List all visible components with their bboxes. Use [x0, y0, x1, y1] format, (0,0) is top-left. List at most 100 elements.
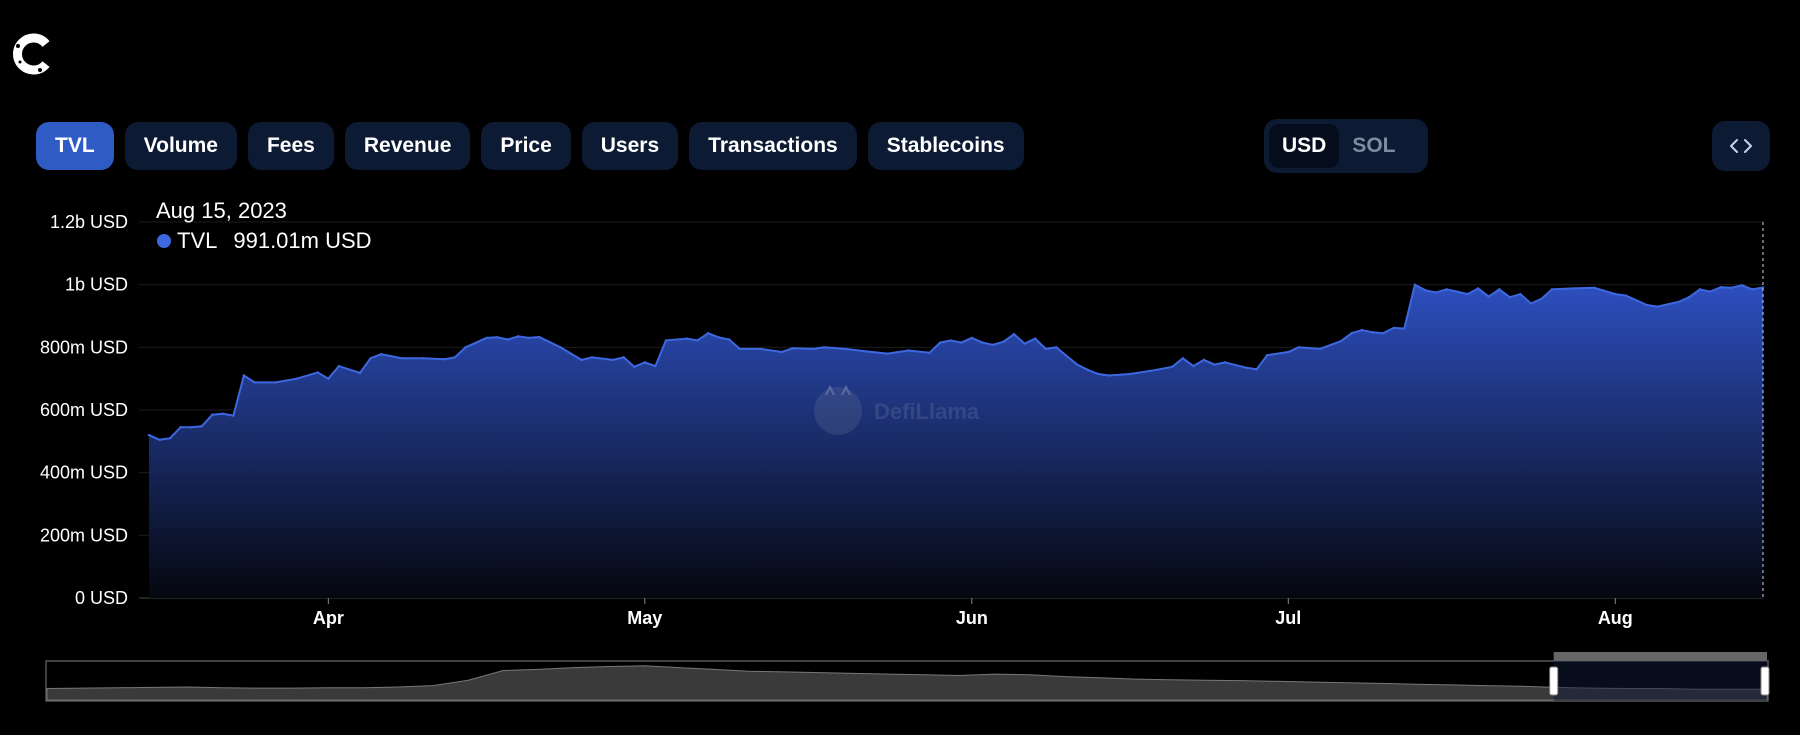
data-point	[158, 438, 161, 441]
data-point	[1086, 368, 1090, 372]
data-point	[559, 346, 562, 349]
x-axis: Apr May Jun Jul Aug	[313, 598, 1633, 628]
data-point	[1614, 292, 1617, 296]
data-point	[1044, 347, 1047, 351]
data-point	[1002, 340, 1005, 343]
data-point	[200, 425, 203, 428]
series-color-dot	[157, 234, 171, 248]
data-point	[1287, 350, 1290, 354]
data-point	[633, 365, 636, 368]
data-point	[379, 353, 383, 356]
y-tick-label: 600m USD	[40, 400, 128, 420]
data-point	[1730, 286, 1733, 289]
data-point	[1244, 366, 1248, 369]
data-point	[453, 356, 457, 359]
tooltip-row: TVL 991.01m USD	[157, 228, 372, 254]
data-point	[1171, 365, 1174, 368]
data-point	[538, 335, 541, 339]
data-point	[1519, 292, 1522, 296]
data-point	[1350, 332, 1353, 335]
data-point	[1413, 283, 1417, 286]
data-point	[337, 364, 341, 368]
tvl-chart[interactable]: 0 USD 200m USD 400m USD 600m USD 800m USD 1b …	[0, 0, 1800, 735]
data-point	[485, 336, 488, 340]
data-point	[232, 414, 235, 417]
data-point	[1455, 290, 1459, 293]
x-tick-label: May	[627, 608, 662, 628]
data-point	[1487, 295, 1490, 298]
data-point	[1656, 305, 1659, 308]
data-point	[970, 336, 974, 340]
data-point	[611, 358, 615, 362]
data-point	[886, 352, 889, 355]
data-point	[147, 433, 151, 437]
data-point	[928, 351, 931, 354]
y-tick-label: 400m USD	[40, 463, 128, 483]
data-point	[1192, 364, 1195, 368]
data-point	[865, 350, 868, 353]
data-point	[938, 341, 942, 344]
x-tick-label: Apr	[313, 608, 344, 628]
data-point	[759, 347, 763, 351]
y-tick-label: 1b USD	[65, 275, 128, 295]
data-point	[1751, 288, 1754, 291]
data-point	[1498, 288, 1501, 291]
overview-right-handle[interactable]	[1760, 666, 1770, 696]
data-point	[369, 357, 372, 360]
overview-selection[interactable]	[1553, 661, 1767, 701]
data-point	[907, 349, 910, 352]
data-point	[316, 371, 319, 374]
y-tick-label: 200m USD	[40, 525, 128, 545]
data-point	[1371, 331, 1374, 334]
data-point	[400, 357, 404, 360]
data-point	[1392, 326, 1395, 330]
data-point	[738, 347, 741, 351]
x-tick-label: Jul	[1275, 608, 1301, 628]
y-tick-label: 0 USD	[75, 588, 128, 608]
data-point	[1213, 363, 1216, 366]
data-point	[1223, 361, 1227, 364]
data-point	[1339, 339, 1343, 343]
data-point	[580, 358, 583, 362]
data-point	[706, 332, 710, 335]
data-point	[1624, 294, 1628, 297]
tooltip-value: 991.01m USD	[233, 228, 372, 253]
data-point	[422, 357, 425, 360]
tvl-area	[149, 284, 1763, 598]
data-point	[517, 335, 520, 338]
data-point	[221, 412, 225, 415]
data-point	[211, 413, 214, 416]
data-point	[780, 350, 784, 354]
data-point	[1466, 292, 1469, 296]
data-point	[1424, 289, 1427, 292]
data-point	[295, 377, 298, 380]
data-point	[1055, 346, 1058, 349]
data-point	[654, 364, 657, 368]
data-point	[1149, 369, 1153, 373]
data-point	[1403, 327, 1406, 330]
x-tick-label: Jun	[956, 608, 988, 628]
data-point	[1719, 285, 1723, 289]
data-point	[527, 336, 530, 340]
data-point	[812, 347, 815, 351]
data-point	[1107, 374, 1111, 377]
data-point	[1255, 368, 1258, 371]
data-point	[1550, 288, 1554, 291]
overview-brush[interactable]	[45, 652, 1770, 702]
data-point	[685, 337, 689, 340]
data-point	[844, 347, 847, 351]
data-point	[1476, 287, 1480, 290]
data-point	[727, 338, 731, 341]
x-tick-label: Aug	[1598, 608, 1633, 628]
data-point	[664, 339, 668, 342]
data-point	[949, 339, 952, 342]
data-point	[1128, 372, 1132, 376]
data-point	[1529, 302, 1533, 305]
tooltip-date: Aug 15, 2023	[156, 198, 287, 223]
overview-left-handle[interactable]	[1549, 666, 1559, 696]
data-point	[358, 371, 362, 375]
overview-selection-bar[interactable]	[1553, 652, 1767, 661]
data-point	[1593, 286, 1596, 289]
data-point	[1382, 332, 1385, 335]
data-point	[1445, 288, 1448, 291]
